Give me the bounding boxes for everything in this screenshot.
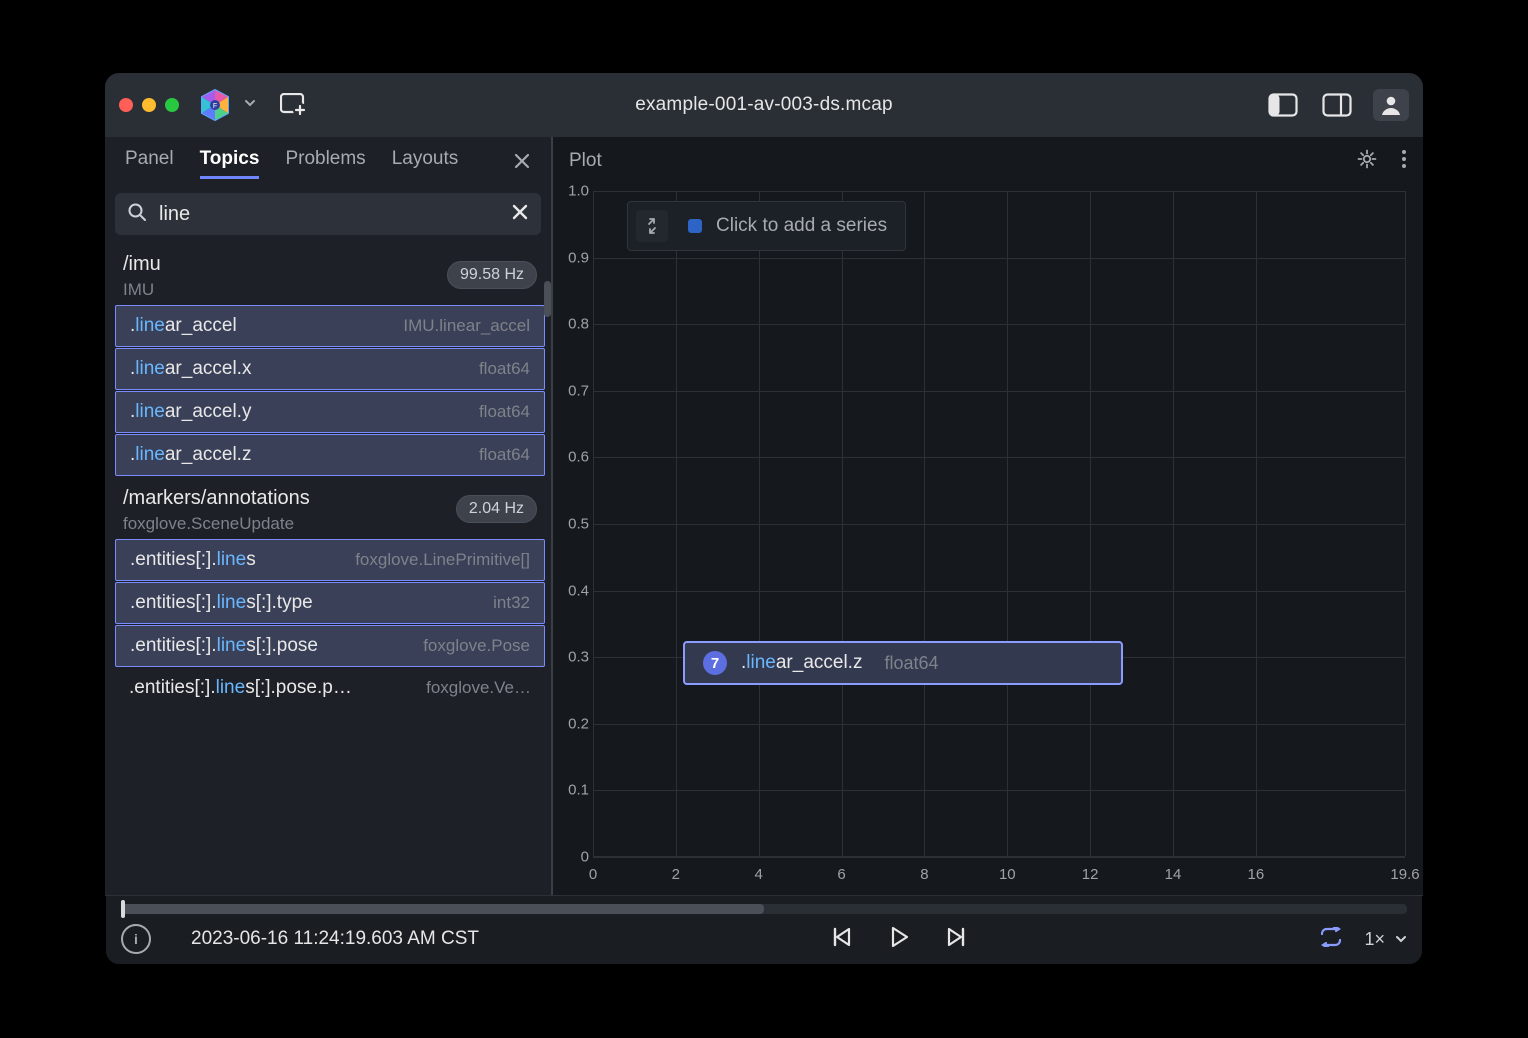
y-tick-label: 0.2 xyxy=(553,715,589,732)
play-button[interactable] xyxy=(887,925,911,954)
topic-group-header[interactable]: /imu IMU 99.58 Hz xyxy=(115,243,545,304)
field-path: .entities[:].lines[:].pose.p… xyxy=(129,677,352,699)
x-tick-label: 0 xyxy=(589,866,597,883)
topics-list[interactable]: /imu IMU 99.58 Hz .linear_accelIMU.linea… xyxy=(105,243,551,895)
field-type: float64 xyxy=(479,445,530,465)
window-title: example-001-av-003-ds.mcap xyxy=(105,94,1423,116)
current-timestamp: 2023-06-16 11:24:19.603 AM CST xyxy=(191,928,479,950)
panel-settings-icon[interactable] xyxy=(1357,149,1377,174)
field-type: foxglove.LinePrimitive[] xyxy=(355,550,530,570)
y-tick-label: 0 xyxy=(553,849,589,866)
x-tick-label: 6 xyxy=(837,866,845,883)
clear-search-button[interactable] xyxy=(511,201,529,227)
y-tick-label: 0.9 xyxy=(553,249,589,266)
search-icon xyxy=(127,202,147,227)
topic-field-row[interactable]: .linear_accel IMU.linear_accel xyxy=(115,305,545,347)
y-tick-label: 0.6 xyxy=(553,449,589,466)
field-type: float64 xyxy=(479,359,530,379)
topic-name: /markers/annotations xyxy=(123,487,310,510)
topic-field-row[interactable]: .linear_accel.x float64 xyxy=(115,348,545,390)
transport-controls xyxy=(829,925,969,954)
field-path: .linear_accel.y xyxy=(130,401,251,423)
topic-field-row[interactable]: .entities[:].lines[:].pose foxglove.Pose xyxy=(115,625,545,667)
plot-area[interactable]: 1.0 0.9 0.8 0.7 0.6 0.5 0.4 0.3 0.2 0.1 0 0 2 4 6 8 10 1… xyxy=(553,185,1423,895)
topic-field-row[interactable]: .entities[:].lines[:].type int32 xyxy=(115,582,545,624)
info-icon[interactable]: i xyxy=(121,924,151,954)
field-type: foxglove.Ve… xyxy=(426,678,531,698)
field-type: float64 xyxy=(479,402,530,422)
x-tick-label: 2 xyxy=(672,866,680,883)
topic-field-row[interactable]: .entities[:].lines foxglove.LinePrimitive… xyxy=(115,539,545,581)
scrollbar-thumb[interactable] xyxy=(544,281,551,317)
sidebar-tabs: Panel Topics Problems Layouts xyxy=(105,137,551,185)
playback-bar: i 2023-06-16 11:24:19.603 AM CST 1× xyxy=(105,895,1423,965)
x-tick-label: 4 xyxy=(755,866,763,883)
topic-field-row[interactable]: .linear_accel.y float64 xyxy=(115,391,545,433)
field-path: .entities[:].lines[:].pose xyxy=(130,635,318,657)
tab-topics[interactable]: Topics xyxy=(200,148,260,179)
y-tick-label: 0.1 xyxy=(553,782,589,799)
y-tick-label: 0.3 xyxy=(553,649,589,666)
x-tick-label: 10 xyxy=(999,866,1016,883)
field-type: foxglove.Pose xyxy=(423,636,530,656)
topic-rate-badge: 2.04 Hz xyxy=(456,495,537,523)
topic-name: /imu xyxy=(123,253,161,276)
field-path: .entities[:].lines xyxy=(130,549,256,571)
plot-legend[interactable]: Click to add a series xyxy=(627,201,906,251)
titlebar: F example-001-av-003-ds.mcap xyxy=(105,73,1423,137)
loop-button[interactable] xyxy=(1318,927,1344,952)
plot-panel: Plot 1.0 0.9 0.8 0.7 0.6 0.5 0.4 0.3 0.2 0.1 0 0 2 4… xyxy=(553,137,1423,895)
x-tick-label: 16 xyxy=(1248,866,1265,883)
collapse-legend-icon[interactable] xyxy=(636,210,668,242)
x-tick-label: 14 xyxy=(1165,866,1182,883)
timeline-playhead[interactable] xyxy=(121,900,125,918)
topics-search-input[interactable] xyxy=(157,202,501,227)
topic-field-row[interactable]: .entities[:].lines[:].pose.p… foxglove.Ve… xyxy=(115,668,545,708)
field-path: .linear_accel.z xyxy=(130,444,251,466)
skip-back-button[interactable] xyxy=(829,925,853,954)
field-type: IMU.linear_accel xyxy=(403,316,530,336)
tab-problems[interactable]: Problems xyxy=(285,148,365,178)
field-path: .entities[:].lines[:].type xyxy=(130,592,313,614)
field-path: .linear_accel.x xyxy=(130,358,251,380)
drag-item-type: float64 xyxy=(884,653,938,674)
playback-speed[interactable]: 1× xyxy=(1364,929,1407,950)
y-tick-label: 0.7 xyxy=(553,382,589,399)
x-tick-label: 19.6 xyxy=(1390,866,1419,883)
y-tick-label: 0.5 xyxy=(553,516,589,533)
topic-group-header[interactable]: /markers/annotations foxglove.SceneUpdat… xyxy=(115,477,545,538)
tab-layouts[interactable]: Layouts xyxy=(392,148,459,178)
drag-item-name: .linear_accel.z xyxy=(741,652,862,674)
timeline-progress xyxy=(121,904,764,914)
topic-rate-badge: 99.58 Hz xyxy=(447,261,537,289)
chevron-down-icon xyxy=(1395,933,1407,945)
topics-search[interactable] xyxy=(115,193,541,235)
topics-sidebar: Panel Topics Problems Layouts xyxy=(105,137,553,895)
y-tick-label: 1.0 xyxy=(553,183,589,200)
timeline-scrubber[interactable] xyxy=(121,904,1407,914)
drag-count-badge: 7 xyxy=(703,651,727,675)
y-tick-label: 0.4 xyxy=(553,582,589,599)
x-tick-label: 12 xyxy=(1082,866,1099,883)
legend-placeholder[interactable]: Click to add a series xyxy=(716,215,887,237)
drag-preview-chip[interactable]: 7 .linear_accel.z float64 xyxy=(683,641,1123,685)
panel-more-icon[interactable] xyxy=(1401,149,1407,174)
y-tick-label: 0.8 xyxy=(553,316,589,333)
app-window: F example-001-av-003-ds.mcap xyxy=(105,73,1423,965)
field-path: .linear_accel xyxy=(130,315,237,337)
panel-title[interactable]: Plot xyxy=(569,150,602,172)
close-sidebar-button[interactable] xyxy=(513,150,531,176)
x-tick-label: 8 xyxy=(920,866,928,883)
tab-panel[interactable]: Panel xyxy=(125,148,174,178)
skip-forward-button[interactable] xyxy=(945,925,969,954)
field-type: int32 xyxy=(493,593,530,613)
topic-field-row[interactable]: .linear_accel.z float64 xyxy=(115,434,545,476)
topic-type: foxglove.SceneUpdate xyxy=(123,514,310,534)
series-swatch-icon xyxy=(688,219,702,233)
topic-type: IMU xyxy=(123,280,161,300)
